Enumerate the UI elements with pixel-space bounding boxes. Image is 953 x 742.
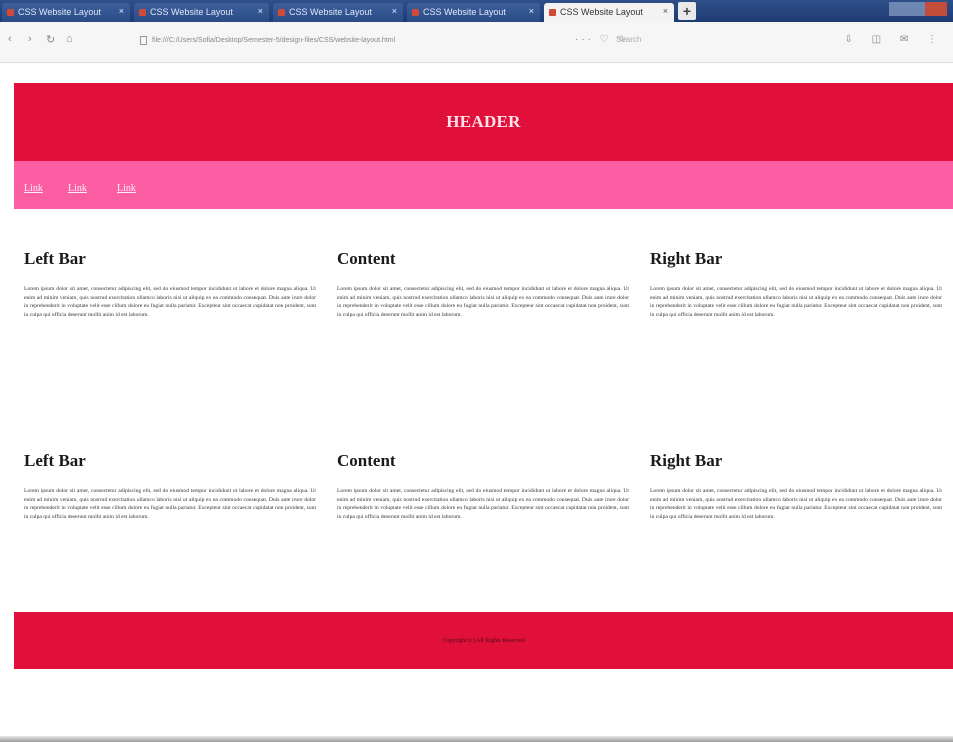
page-navigation: Link Link Link xyxy=(14,161,953,209)
search-input[interactable]: Search xyxy=(616,35,836,49)
new-tab-button[interactable]: + xyxy=(678,2,696,20)
section-text: Lorem ipsum dolor sit amet, consectetur … xyxy=(650,488,942,520)
tab-label: CSS Website Layout xyxy=(560,7,643,17)
section-heading: Content xyxy=(337,249,396,268)
browser-tab-active[interactable]: CSS Website Layout × xyxy=(544,3,674,22)
section-text: Lorem ipsum dolor sit amet, consectetur … xyxy=(24,286,316,318)
close-icon[interactable]: × xyxy=(663,6,668,16)
close-icon[interactable]: × xyxy=(529,6,534,16)
section-heading: Content xyxy=(337,451,396,470)
minimize-button[interactable] xyxy=(889,2,907,16)
tab-label: CSS Website Layout xyxy=(423,7,506,17)
reload-icon[interactable]: ↻ xyxy=(46,33,55,46)
tab-label: CSS Website Layout xyxy=(150,7,233,17)
nav-link[interactable]: Link xyxy=(24,183,43,194)
content-section: Content Lorem ipsum dolor sit amet, cons… xyxy=(337,451,629,521)
section-text: Lorem ipsum dolor sit amet, consectetur … xyxy=(650,286,942,318)
right-bar-section: Right Bar Lorem ipsum dolor sit amet, co… xyxy=(650,451,942,521)
page-footer: Copyright (c) All Rights Reserved xyxy=(14,612,953,669)
tab-label: CSS Website Layout xyxy=(18,7,101,17)
favicon-icon xyxy=(139,9,146,16)
forward-icon[interactable]: › xyxy=(28,33,32,45)
section-heading: Right Bar xyxy=(650,249,723,268)
toolbar-icons[interactable]: ⇩ ◫ ✉ ⋮ xyxy=(844,34,945,45)
footer-text: Copyright (c) All Rights Reserved xyxy=(442,637,525,644)
close-icon[interactable]: × xyxy=(392,6,397,16)
section-heading: Left Bar xyxy=(24,451,86,470)
section-text: Lorem ipsum dolor sit amet, consectetur … xyxy=(337,488,629,520)
address-bar[interactable]: file:///C:/Users/Sofia/Desktop/Semester-… xyxy=(140,32,570,50)
page-header: HEADER xyxy=(14,83,953,161)
right-bar-section: Right Bar Lorem ipsum dolor sit amet, co… xyxy=(650,249,942,319)
browser-tab[interactable]: CSS Website Layout × xyxy=(134,3,269,22)
close-icon[interactable]: × xyxy=(119,6,124,16)
browser-navigation-bar: ‹ › ↻ ⌂ file:///C:/Users/Sofia/Desktop/S… xyxy=(0,22,953,63)
favicon-icon xyxy=(278,9,285,16)
window-bottom-edge xyxy=(0,736,953,742)
browser-tab[interactable]: CSS Website Layout × xyxy=(273,3,403,22)
browser-tab[interactable]: CSS Website Layout × xyxy=(2,3,130,22)
section-heading: Right Bar xyxy=(650,451,723,470)
nav-link[interactable]: Link xyxy=(117,183,136,194)
content-section: Content Lorem ipsum dolor sit amet, cons… xyxy=(337,249,629,319)
nav-link[interactable]: Link xyxy=(68,183,87,194)
window-controls xyxy=(889,0,949,18)
favicon-icon xyxy=(412,9,419,16)
section-text: Lorem ipsum dolor sit amet, consectetur … xyxy=(337,286,629,318)
page-title: HEADER xyxy=(446,112,521,131)
close-icon[interactable]: × xyxy=(258,6,263,16)
browser-tab-bar: CSS Website Layout × CSS Website Layout … xyxy=(0,0,953,22)
maximize-button[interactable] xyxy=(907,2,925,16)
browser-tab[interactable]: CSS Website Layout × xyxy=(407,3,540,22)
back-icon[interactable]: ‹ xyxy=(8,33,12,45)
tab-label: CSS Website Layout xyxy=(289,7,372,17)
favicon-icon xyxy=(7,9,14,16)
window-close-button[interactable] xyxy=(925,2,947,16)
left-bar-section: Left Bar Lorem ipsum dolor sit amet, con… xyxy=(24,451,316,521)
left-bar-section: Left Bar Lorem ipsum dolor sit amet, con… xyxy=(24,249,316,319)
section-heading: Left Bar xyxy=(24,249,86,268)
document-icon xyxy=(140,36,147,45)
url-text: file:///C:/Users/Sofia/Desktop/Semester-… xyxy=(152,37,396,44)
home-icon[interactable]: ⌂ xyxy=(66,33,73,45)
favicon-icon xyxy=(549,9,556,16)
section-text: Lorem ipsum dolor sit amet, consectetur … xyxy=(24,488,316,520)
